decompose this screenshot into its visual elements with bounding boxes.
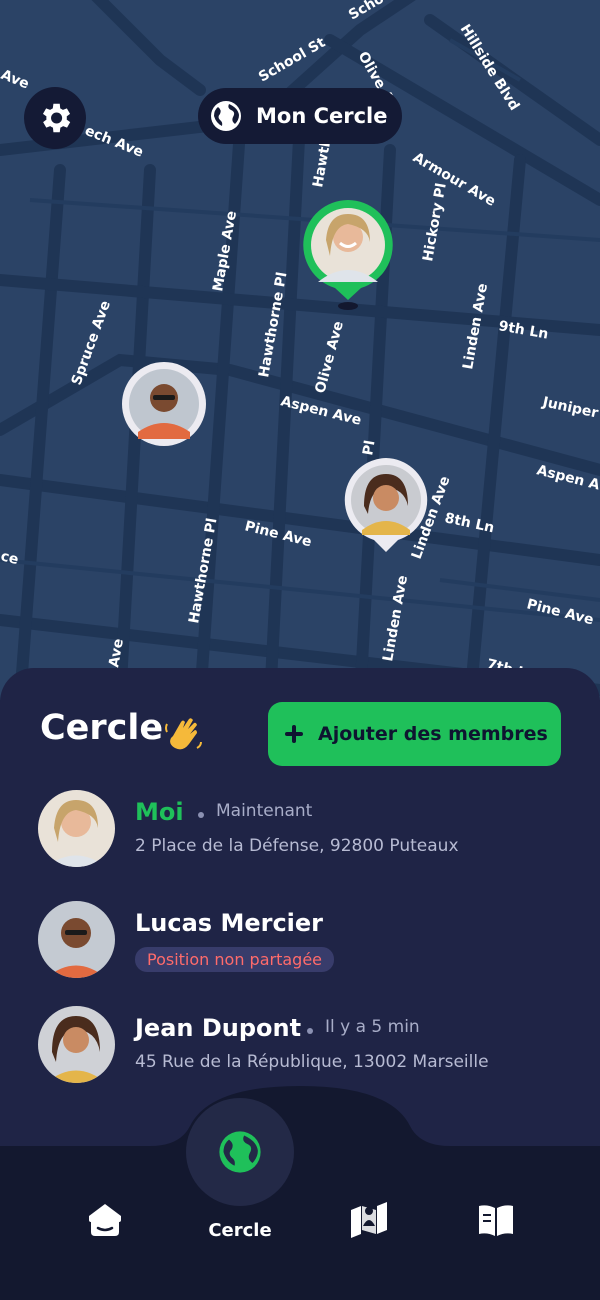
street-label: Olive Ave bbox=[312, 319, 347, 395]
avatar bbox=[38, 1006, 115, 1083]
street-label: ce bbox=[0, 548, 20, 568]
waving-hand-icon bbox=[165, 718, 202, 750]
street-label: Hickory Pl bbox=[420, 182, 450, 263]
member-name: Moi bbox=[135, 798, 184, 826]
separator-dot bbox=[307, 1028, 313, 1034]
member-row-me[interactable]: Moi Maintenant 2 Place de la Défense, 92… bbox=[38, 790, 578, 870]
member-pin-lucas[interactable] bbox=[122, 362, 206, 446]
circle-selector[interactable]: Mon Cercle bbox=[198, 88, 402, 144]
avatar bbox=[38, 790, 115, 867]
street-label: Armour Ave bbox=[410, 150, 498, 210]
plus-icon bbox=[285, 725, 303, 743]
nav-active-label: Cercle bbox=[208, 1220, 272, 1241]
member-name: Lucas Mercier bbox=[135, 909, 324, 937]
member-address: 2 Place de la Défense, 92800 Puteaux bbox=[135, 836, 459, 856]
my-location-pin[interactable] bbox=[302, 200, 394, 312]
avatar bbox=[38, 901, 115, 978]
street-label: Pine Ave bbox=[525, 596, 595, 628]
add-members-label: Ajouter des membres bbox=[318, 723, 548, 745]
home-icon[interactable] bbox=[85, 1200, 125, 1240]
circle-title: Mon Cercle bbox=[256, 104, 388, 128]
street-label: Hawthorne Pl bbox=[186, 517, 220, 625]
gear-icon bbox=[42, 103, 71, 133]
member-row-lucas[interactable]: Lucas Mercier Position non partagée bbox=[38, 901, 578, 981]
member-row-jean[interactable]: Jean Dupont Il y a 5 min 45 Rue de la Ré… bbox=[38, 1006, 578, 1086]
street-label: Linden Ave bbox=[380, 574, 411, 662]
street-label: Ave bbox=[0, 67, 31, 93]
street-label: Pl bbox=[360, 439, 378, 457]
settings-button[interactable] bbox=[24, 87, 86, 149]
street-label: School St bbox=[256, 34, 328, 85]
globe-icon bbox=[219, 1131, 261, 1173]
member-pin-jean[interactable] bbox=[344, 458, 428, 554]
sheet-title: Cercle bbox=[40, 708, 164, 748]
add-members-button[interactable]: Ajouter des membres bbox=[268, 702, 561, 766]
street-label: Hillside Blvd bbox=[457, 22, 523, 114]
street-label: Juniper A bbox=[540, 394, 600, 425]
globe-icon bbox=[211, 101, 241, 131]
member-name: Jean Dupont bbox=[135, 1014, 302, 1042]
book-icon[interactable] bbox=[476, 1200, 516, 1240]
map-person-icon[interactable] bbox=[349, 1200, 389, 1240]
separator-dot bbox=[198, 812, 204, 818]
member-time: Il y a 5 min bbox=[325, 1017, 420, 1037]
member-time: Maintenant bbox=[216, 801, 313, 821]
nav-circle-button[interactable] bbox=[186, 1098, 294, 1206]
location-not-shared-badge: Position non partagée bbox=[135, 947, 334, 972]
member-address: 45 Rue de la République, 13002 Marseille bbox=[135, 1052, 489, 1072]
